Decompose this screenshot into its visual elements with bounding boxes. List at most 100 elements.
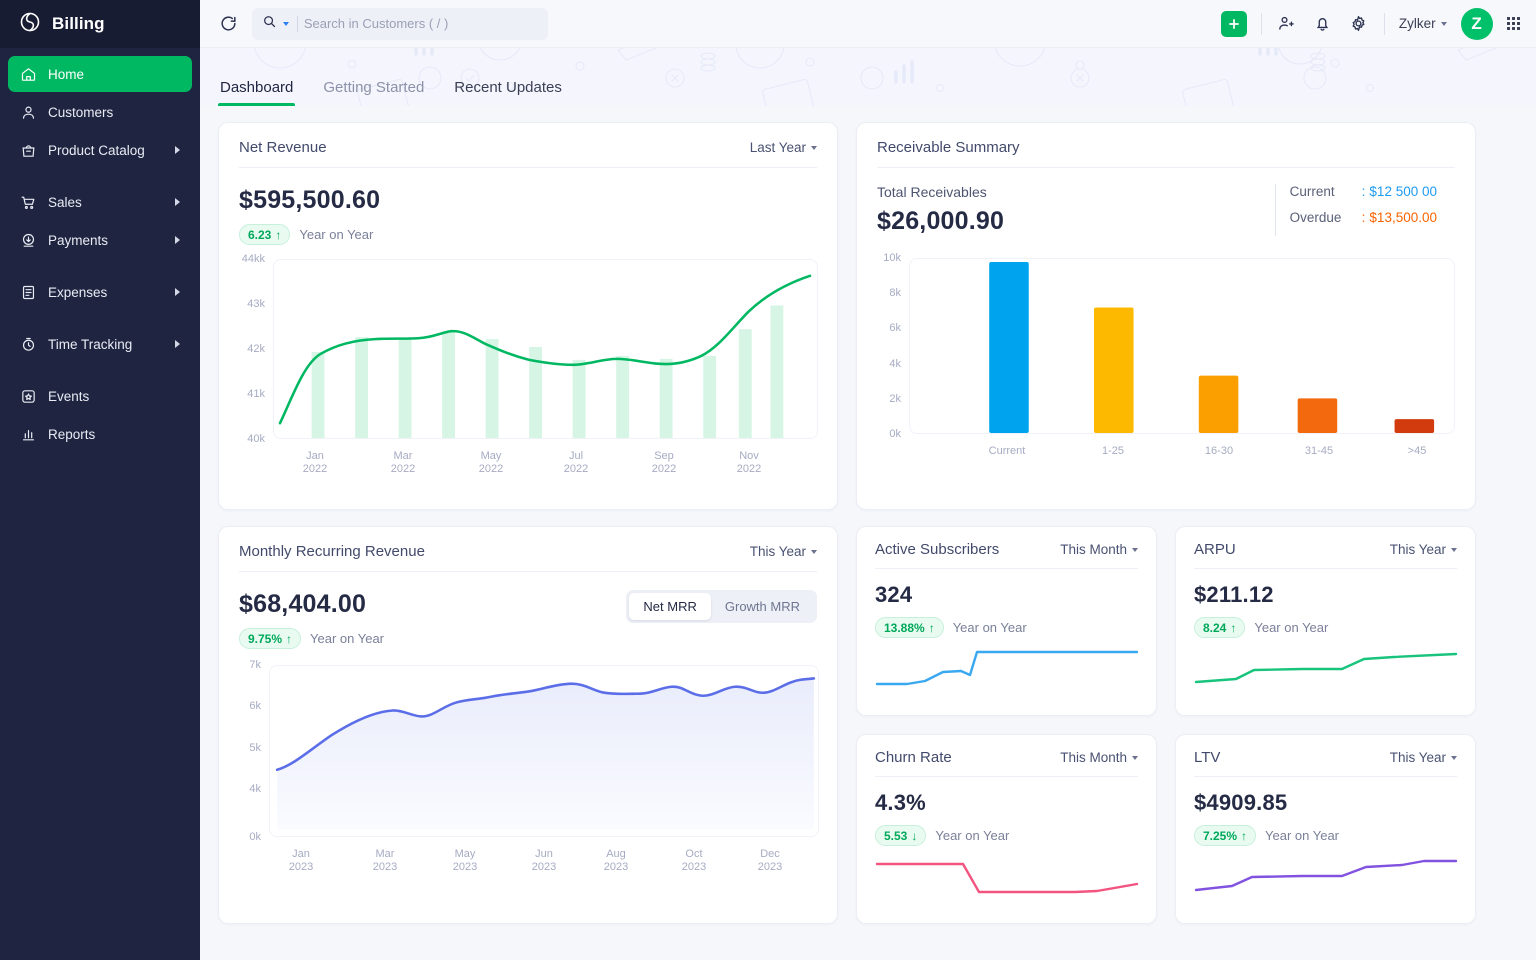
kpi-row-1: Active Subscribers This Month 324 1 bbox=[856, 526, 1476, 716]
avatar[interactable]: Z bbox=[1461, 8, 1493, 40]
brand-logo[interactable]: Billing bbox=[0, 0, 200, 48]
chevron-right-icon bbox=[175, 146, 180, 154]
toolbar-divider bbox=[1384, 13, 1385, 35]
active-subscribers-period-selector[interactable]: This Month bbox=[1060, 542, 1138, 557]
avatar-letter: Z bbox=[1471, 14, 1481, 34]
period-label: Last Year bbox=[750, 140, 806, 155]
arrow-up-icon: ↑ bbox=[1230, 621, 1236, 635]
ltv-period-selector[interactable]: This Year bbox=[1390, 750, 1457, 765]
tab-recent-updates[interactable]: Recent Updates bbox=[452, 79, 564, 106]
arpu-period-selector[interactable]: This Year bbox=[1390, 542, 1457, 557]
x-tick: 16-30 bbox=[1205, 445, 1233, 458]
x-tick: Nov2022 bbox=[737, 450, 761, 476]
legend-separator: : bbox=[1362, 184, 1366, 199]
kpi-grid: Active Subscribers This Month 324 1 bbox=[856, 526, 1476, 924]
chevron-down-icon bbox=[1132, 548, 1138, 552]
legend-separator: : bbox=[1362, 210, 1366, 225]
bell-icon[interactable] bbox=[1312, 13, 1334, 35]
chevron-down-icon bbox=[1451, 548, 1457, 552]
dashboard-row-2: Monthly Recurring Revenue This Year $68,… bbox=[218, 526, 1518, 924]
change-value: 13.88% bbox=[884, 621, 925, 635]
mrr-metric: $68,404.00 9.75% ↑ Year on Year bbox=[239, 590, 384, 649]
churn-sparkline bbox=[875, 856, 1140, 898]
refresh-icon[interactable] bbox=[216, 12, 240, 36]
add-new-button[interactable] bbox=[1221, 11, 1247, 37]
search-input[interactable] bbox=[304, 16, 538, 31]
x-tick: Sep2022 bbox=[652, 450, 676, 476]
tab-label: Recent Updates bbox=[454, 79, 562, 96]
status-badge: 9.75% ↑ bbox=[239, 628, 301, 649]
change-value: 5.53 bbox=[884, 829, 907, 843]
mrr-change: 9.75% ↑ Year on Year bbox=[239, 628, 384, 649]
toggle-net-mrr[interactable]: Net MRR bbox=[629, 593, 710, 620]
sidebar-item-sales[interactable]: Sales bbox=[8, 184, 192, 220]
sidebar-item-payments[interactable]: Payments bbox=[8, 222, 192, 258]
total-receivables-value: $26,000.90 bbox=[877, 207, 1004, 236]
arrow-up-icon: ↑ bbox=[275, 228, 281, 242]
toggle-growth-mrr[interactable]: Growth MRR bbox=[711, 593, 814, 620]
sidebar-item-home[interactable]: Home bbox=[8, 56, 192, 92]
receivable-legend: Current : $12 500 00 Overdue : $13,500.0… bbox=[1275, 184, 1455, 236]
change-value: 8.24 bbox=[1203, 621, 1226, 635]
net-revenue-period-selector[interactable]: Last Year bbox=[750, 140, 817, 155]
legend-label: Current bbox=[1290, 184, 1352, 199]
churn-value: 4.3% bbox=[875, 790, 1138, 816]
search-icon bbox=[262, 14, 277, 34]
gear-icon[interactable] bbox=[1348, 13, 1370, 35]
search-bar[interactable] bbox=[252, 8, 548, 40]
churn-period-selector[interactable]: This Month bbox=[1060, 750, 1138, 765]
active-subscribers-change: 13.88% ↑ Year on Year bbox=[875, 617, 1138, 638]
chevron-right-icon bbox=[175, 340, 180, 348]
legend-value: $12 500 00 bbox=[1369, 184, 1437, 199]
toggle-label: Net MRR bbox=[643, 599, 696, 614]
sidebar-item-label: Time Tracking bbox=[48, 337, 132, 352]
tab-getting-started[interactable]: Getting Started bbox=[321, 79, 426, 106]
mrr-period-selector[interactable]: This Year bbox=[750, 544, 817, 559]
sidebar-item-time-tracking[interactable]: Time Tracking bbox=[8, 326, 192, 362]
sidebar-item-reports[interactable]: Reports bbox=[8, 416, 192, 452]
net-revenue-change: 6.23 ↑ Year on Year bbox=[239, 224, 817, 245]
chevron-right-icon bbox=[175, 236, 180, 244]
org-switcher[interactable]: Zylker bbox=[1399, 16, 1447, 31]
active-subscribers-sparkline bbox=[875, 648, 1140, 690]
churn-change: 5.53 ↓ Year on Year bbox=[875, 825, 1138, 846]
chevron-down-icon bbox=[1132, 756, 1138, 760]
status-badge: 7.25% ↑ bbox=[1194, 825, 1256, 846]
tab-dashboard[interactable]: Dashboard bbox=[218, 79, 295, 106]
card-title: Receivable Summary bbox=[877, 139, 1020, 156]
sidebar-item-product-catalog[interactable]: Product Catalog bbox=[8, 132, 192, 168]
arrow-up-icon: ↑ bbox=[1241, 829, 1247, 843]
net-revenue-value: $595,500.60 bbox=[239, 186, 817, 215]
x-tick: Current bbox=[989, 445, 1026, 458]
card-header: Monthly Recurring Revenue This Year bbox=[239, 543, 817, 560]
search-divider bbox=[297, 16, 298, 32]
x-tick: Jan2022 bbox=[303, 450, 327, 476]
sidebar-item-events[interactable]: Events bbox=[8, 378, 192, 414]
mrr-card: Monthly Recurring Revenue This Year $68,… bbox=[218, 526, 838, 924]
sidebar-item-customers[interactable]: Customers bbox=[8, 94, 192, 130]
period-label: This Year bbox=[1390, 542, 1446, 557]
search-scope-chevron-down-icon[interactable] bbox=[283, 22, 289, 26]
change-label: Year on Year bbox=[953, 620, 1027, 635]
sidebar-item-label: Payments bbox=[48, 233, 108, 248]
x-tick: Aug2023 bbox=[604, 848, 628, 874]
net-revenue-metric: $595,500.60 6.23 ↑ Year on Year bbox=[239, 186, 817, 245]
sidebar-item-label: Expenses bbox=[48, 285, 107, 300]
churn-rate-card: Churn Rate This Month 4.3% 5.53 bbox=[856, 734, 1157, 924]
sidebar-item-label: Events bbox=[48, 389, 89, 404]
receivable-summary-chart: 10k 8k 6k 4k 2k 0k bbox=[877, 258, 1455, 475]
x-tick: Oct2023 bbox=[682, 848, 706, 874]
x-tick: Jul2022 bbox=[564, 450, 588, 476]
x-tick: Mar2023 bbox=[373, 848, 397, 874]
card-header: ARPU This Year bbox=[1194, 541, 1457, 558]
toggle-label: Growth MRR bbox=[725, 599, 800, 614]
ltv-change: 7.25% ↑ Year on Year bbox=[1194, 825, 1457, 846]
sidebar-item-expenses[interactable]: Expenses bbox=[8, 274, 192, 310]
sidebar-item-label: Home bbox=[48, 67, 84, 82]
card-title: Churn Rate bbox=[875, 749, 952, 766]
apps-grid-icon[interactable] bbox=[1507, 17, 1520, 30]
page-title: Net Revenue bbox=[239, 139, 327, 156]
mrr-toggle-group: Net MRR Growth MRR bbox=[626, 590, 817, 623]
contacts-icon[interactable] bbox=[1276, 13, 1298, 35]
home-icon bbox=[20, 66, 37, 83]
